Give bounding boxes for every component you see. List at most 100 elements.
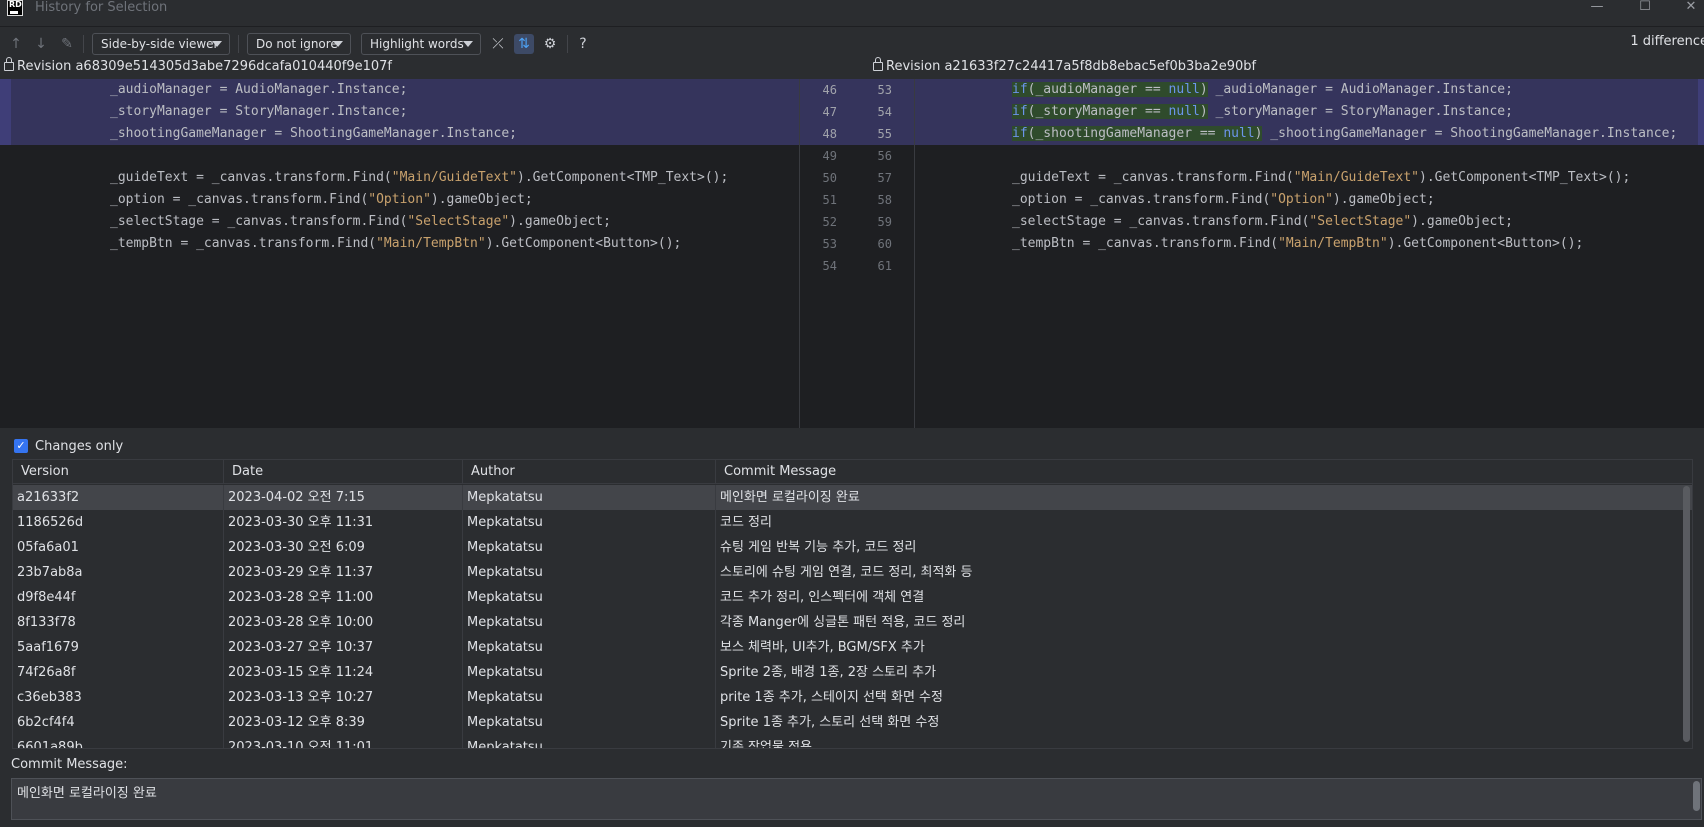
commit-message-cell: 스토리에 슈팅 게임 연결, 코드 정리, 최적화 등 bbox=[720, 565, 973, 580]
version-cell: d9f8e44f bbox=[13, 585, 224, 610]
right-editor-pane[interactable]: if(_audioManager == null) _audioManager … bbox=[915, 79, 1704, 428]
table-row[interactable]: 1186526d 2023-03-30 오후 11:31 Mepkatatsu 코드 … bbox=[13, 510, 1692, 535]
arrow-up-icon[interactable]: ↑ bbox=[6, 34, 26, 54]
help-button[interactable]: ? bbox=[573, 34, 593, 54]
version-cell: 8f133f78 bbox=[13, 610, 224, 635]
table-header: Version Date Author Commit Message bbox=[13, 460, 1692, 484]
table-row[interactable]: c36eb383 2023-03-13 오후 10:27 Mepkatatsu pri… bbox=[13, 685, 1692, 710]
right-revision-label: Revision a21633f27c24417a5f8db8ebac5ef0b… bbox=[886, 59, 1257, 74]
gutter-row: 48 55 bbox=[800, 123, 914, 145]
code-line: if(_shootingGameManager == null) _shooti… bbox=[915, 123, 1704, 145]
version-cell: 74f26a8f bbox=[13, 660, 224, 685]
author-cell: Mepkatatsu bbox=[463, 510, 716, 535]
gutter-row: 51 58 bbox=[822, 193, 892, 207]
code-line: if(_audioManager == null) _audioManager … bbox=[915, 79, 1704, 101]
minimize-button[interactable]: — bbox=[1574, 0, 1620, 16]
version-cell: 1186526d bbox=[13, 510, 224, 535]
gutter-row: 47 54 bbox=[800, 101, 914, 123]
column-header-commit-message[interactable]: Commit Message bbox=[716, 460, 1692, 484]
gutter-row: 50 57 bbox=[822, 171, 892, 185]
commit-message-text: 메인화면 로컬라이징 완료 bbox=[17, 786, 157, 801]
gutter-row: 46 53 bbox=[800, 79, 914, 101]
viewer-mode-dropdown[interactable]: Side-by-side viewer bbox=[92, 33, 230, 55]
gutter-row: 54 61 bbox=[822, 259, 892, 273]
commit-message-field[interactable]: 메인화면 로컬라이징 완료 bbox=[11, 778, 1702, 820]
date-cell: 2023-04-02 오전 7:15 bbox=[224, 485, 463, 510]
column-header-author[interactable]: Author bbox=[463, 460, 716, 484]
date-cell: 2023-03-12 오후 8:39 bbox=[224, 710, 463, 735]
code-line: _selectStage = _canvas.transform.Find("S… bbox=[110, 214, 611, 229]
table-scrollbar[interactable] bbox=[1683, 486, 1690, 742]
chevron-down-icon bbox=[463, 41, 473, 47]
maximize-button[interactable]: ☐ bbox=[1622, 0, 1668, 16]
gutter-row: 49 56 bbox=[822, 149, 892, 163]
gear-icon[interactable]: ⚙ bbox=[540, 34, 560, 54]
commit-message-cell: 메인화면 로컬라이징 완료 bbox=[720, 490, 860, 505]
table-row[interactable]: 23b7ab8a 2023-03-29 오후 11:37 Mepkatatsu 스토리… bbox=[13, 560, 1692, 585]
table-row[interactable]: a21633f2 2023-04-02 오전 7:15 Mepkatatsu 메인화면… bbox=[13, 485, 1692, 510]
column-header-date[interactable]: Date bbox=[224, 460, 463, 484]
table-row[interactable]: d9f8e44f 2023-03-28 오후 11:00 Mepkatatsu 코드 … bbox=[13, 585, 1692, 610]
viewer-mode-label: Side-by-side viewer bbox=[101, 37, 219, 51]
author-cell: Mepkatatsu bbox=[463, 710, 716, 735]
sync-scroll-icon[interactable]: ⇅ bbox=[514, 34, 534, 54]
author-cell: Mepkatatsu bbox=[463, 535, 716, 560]
version-cell: 6b2cf4f4 bbox=[13, 710, 224, 735]
table-row[interactable]: 6b2cf4f4 2023-03-12 오후 8:39 Mepkatatsu Spri… bbox=[13, 710, 1692, 735]
pencil-icon[interactable]: ✎ bbox=[57, 34, 77, 54]
table-row[interactable]: 74f26a8f 2023-03-15 오후 11:24 Mepkatatsu Spr… bbox=[13, 660, 1692, 685]
date-cell: 2023-03-13 오후 10:27 bbox=[224, 685, 463, 710]
left-revision-label: Revision a68309e514305d3abe7296dcafa0104… bbox=[17, 59, 393, 74]
author-cell: Mepkatatsu bbox=[463, 610, 716, 635]
code-line: _storyManager = StoryManager.Instance; bbox=[0, 101, 799, 123]
version-cell: 23b7ab8a bbox=[13, 560, 224, 585]
highlight-mode-dropdown[interactable]: Highlight words bbox=[361, 33, 481, 55]
lock-icon bbox=[4, 57, 14, 71]
table-row[interactable]: 05fa6a01 2023-03-30 오전 6:09 Mepkatatsu 슈팅 게… bbox=[13, 535, 1692, 560]
table-row[interactable]: 5aaf1679 2023-03-27 오후 10:37 Mepkatatsu 보스 … bbox=[13, 635, 1692, 660]
left-editor-pane[interactable]: _audioManager = AudioManager.Instance; _… bbox=[0, 79, 799, 428]
commit-message-cell: 보스 체력바, UI추가, BGM/SFX 추가 bbox=[720, 640, 925, 655]
commit-message-label: Commit Message: bbox=[11, 757, 128, 772]
ignore-mode-dropdown[interactable]: Do not ignore bbox=[247, 33, 351, 55]
date-cell: 2023-03-28 오후 10:00 bbox=[224, 610, 463, 635]
commit-message-cell: 기존 작업물 적용 bbox=[720, 740, 812, 749]
author-cell: Mepkatatsu bbox=[463, 635, 716, 660]
date-cell: 2023-03-28 오후 11:00 bbox=[224, 585, 463, 610]
commit-message-scrollbar[interactable] bbox=[1693, 781, 1700, 811]
commit-message-cell: 슈팅 게임 반복 기능 추가, 코드 정리 bbox=[720, 540, 917, 555]
history-table: Version Date Author Commit Message a2163… bbox=[12, 459, 1693, 749]
author-cell: Mepkatatsu bbox=[463, 735, 716, 748]
diff-toolbar: ↑ ↓ ✎ Side-by-side viewer Do not ignore … bbox=[0, 27, 1704, 60]
date-cell: 2023-03-29 오후 11:37 bbox=[224, 560, 463, 585]
arrow-down-icon[interactable]: ↓ bbox=[31, 34, 51, 54]
code-line: _tempBtn = _canvas.transform.Find("Main/… bbox=[1012, 236, 1584, 251]
author-cell: Mepkatatsu bbox=[463, 585, 716, 610]
close-button[interactable]: ✕ bbox=[1668, 0, 1704, 16]
lock-icon bbox=[873, 57, 883, 71]
change-marker bbox=[1698, 79, 1704, 145]
toolbar-divider bbox=[567, 35, 568, 53]
chevron-down-icon bbox=[212, 41, 222, 47]
change-marker bbox=[0, 79, 11, 145]
author-cell: Mepkatatsu bbox=[463, 560, 716, 585]
right-revision-header: Revision a21633f27c24417a5f8db8ebac5ef0b… bbox=[873, 57, 1257, 77]
code-line: _tempBtn = _canvas.transform.Find("Main/… bbox=[110, 236, 682, 251]
gutter-row: 53 60 bbox=[822, 237, 892, 251]
version-cell: c36eb383 bbox=[13, 685, 224, 710]
toolbar-divider bbox=[83, 35, 84, 53]
line-number-gutter: 46 53 47 54 48 55 49 56 50 57 51 58 52 59 53 60 … bbox=[799, 79, 915, 428]
checkmark-icon[interactable]: ✓ bbox=[14, 439, 28, 453]
collapse-icon[interactable]: ⤫ bbox=[488, 34, 508, 54]
commit-message-cell: 코드 추가 정리, 인스펙터에 객체 연결 bbox=[720, 590, 925, 605]
changes-only-checkbox[interactable]: ✓ Changes only bbox=[14, 437, 123, 455]
table-row[interactable]: 8f133f78 2023-03-28 오후 10:00 Mepkatatsu 각종 … bbox=[13, 610, 1692, 635]
date-cell: 2023-03-15 오후 11:24 bbox=[224, 660, 463, 685]
highlight-mode-label: Highlight words bbox=[370, 37, 464, 51]
table-row[interactable]: 6601a89b 2023-03-10 오전 11:01 Mepkatatsu 기존 … bbox=[13, 735, 1692, 749]
commit-message-cell: prite 1종 추가, 스테이지 선택 화면 수정 bbox=[720, 690, 943, 705]
column-header-version[interactable]: Version bbox=[13, 460, 224, 484]
version-cell: a21633f2 bbox=[13, 485, 224, 510]
